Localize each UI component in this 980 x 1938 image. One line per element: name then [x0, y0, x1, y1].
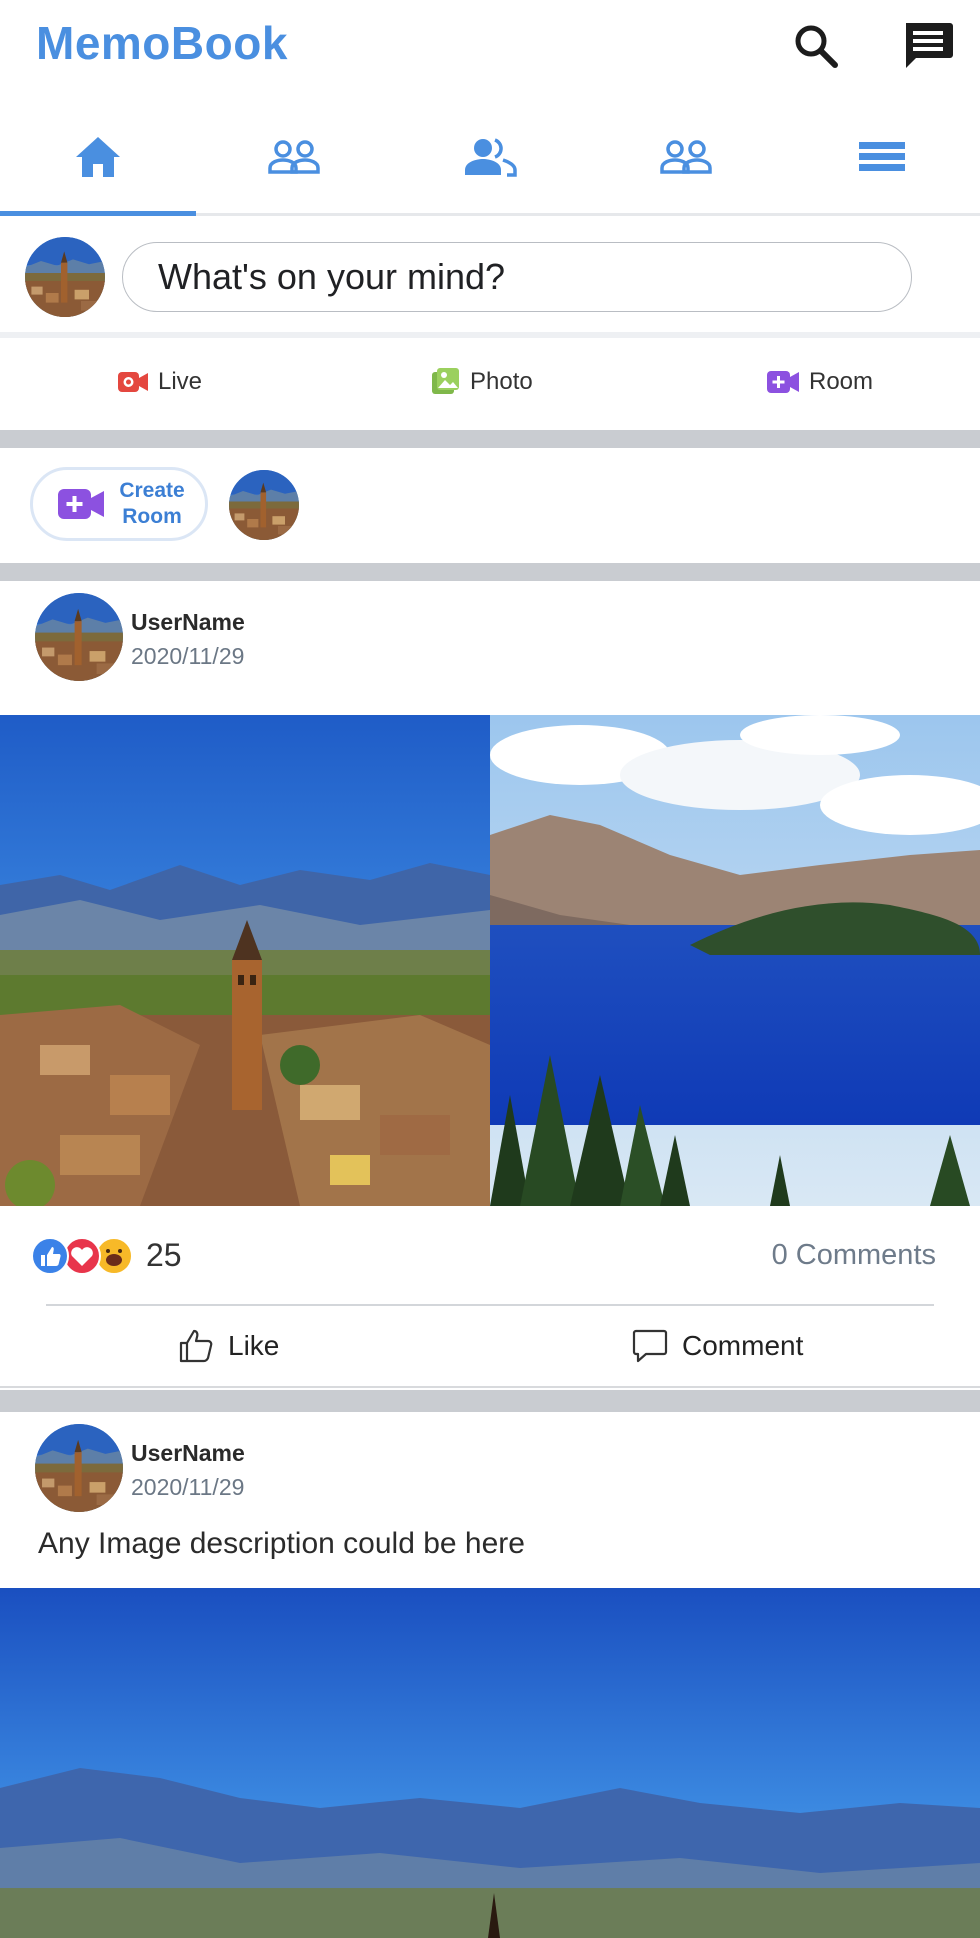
section-divider [0, 563, 980, 581]
people-icon [465, 137, 517, 177]
main-tabs [0, 100, 980, 216]
reaction-icons [31, 1237, 133, 1275]
messages-button[interactable] [900, 18, 956, 74]
section-divider [0, 430, 980, 448]
like-label: Like [228, 1330, 280, 1361]
room-button[interactable]: Room [767, 362, 873, 402]
room-label: Room [809, 368, 874, 395]
comment-icon [632, 1329, 668, 1363]
room-video-icon [767, 371, 799, 393]
rooms-bar: Create Room [0, 448, 980, 563]
message-icon [906, 23, 953, 68]
quick-actions: Live Photo Room [0, 338, 980, 430]
post-header: UserName 2020/11/29 [0, 1412, 980, 1522]
app-header: MemoBook [0, 0, 980, 90]
post-photo-town[interactable] [0, 715, 490, 1206]
home-icon [76, 136, 120, 177]
photo-label: Photo [470, 368, 533, 395]
like-button[interactable]: Like [178, 1324, 279, 1368]
post-date: 2020/11/29 [131, 1474, 245, 1500]
live-video-icon [118, 372, 148, 392]
section-divider [0, 1390, 980, 1412]
live-label: Live [158, 368, 203, 395]
post-author-avatar[interactable] [35, 593, 123, 681]
live-button[interactable]: Live [118, 362, 202, 402]
post-author-name[interactable]: UserName [131, 609, 245, 636]
search-icon [795, 25, 838, 68]
post-gallery [0, 715, 980, 1206]
post-photo-lake[interactable] [490, 715, 980, 1206]
post-stats: 25 0 Comments [0, 1206, 980, 1306]
divider [0, 1386, 980, 1388]
comment-label: Comment [682, 1330, 804, 1361]
groups-icon [660, 139, 712, 174]
post-photo-landscape[interactable] [0, 1588, 980, 1938]
status-input[interactable]: What's on your mind? [122, 242, 912, 312]
friends-icon [268, 139, 320, 174]
create-room-line1: Create [119, 479, 185, 502]
photo-icon [432, 368, 459, 394]
thumbs-up-icon [179, 1329, 213, 1363]
menu-icon [859, 141, 905, 171]
post-author-name[interactable]: UserName [131, 1440, 245, 1467]
comment-count[interactable]: 0 Comments [772, 1239, 936, 1272]
post-header: UserName 2020/11/29 [0, 581, 980, 691]
reaction-count: 25 [146, 1237, 182, 1273]
create-room-label: Create Room [116, 478, 188, 530]
comment-button[interactable]: Comment [632, 1324, 803, 1368]
post-actions: Like Comment [0, 1306, 980, 1386]
reactions-summary[interactable] [30, 1236, 134, 1276]
create-room-icon [58, 489, 104, 519]
user-avatar[interactable] [25, 237, 105, 317]
tab-friends[interactable] [196, 100, 392, 213]
search-button[interactable] [788, 18, 844, 74]
tab-home[interactable] [0, 100, 196, 216]
room-member-avatar[interactable] [229, 470, 299, 540]
app-logo[interactable]: MemoBook [36, 16, 288, 70]
post-composer: What's on your mind? [0, 216, 980, 332]
post-date: 2020/11/29 [131, 643, 245, 669]
tab-people[interactable] [392, 100, 588, 213]
tab-menu[interactable] [784, 100, 980, 213]
tab-groups[interactable] [588, 100, 784, 213]
photo-button[interactable]: Photo [432, 362, 533, 402]
post-author-avatar[interactable] [35, 1424, 123, 1512]
post-description: Any Image description could be here [38, 1527, 525, 1560]
create-room-button[interactable]: Create Room [30, 467, 208, 541]
create-room-line2: Room [122, 505, 182, 528]
